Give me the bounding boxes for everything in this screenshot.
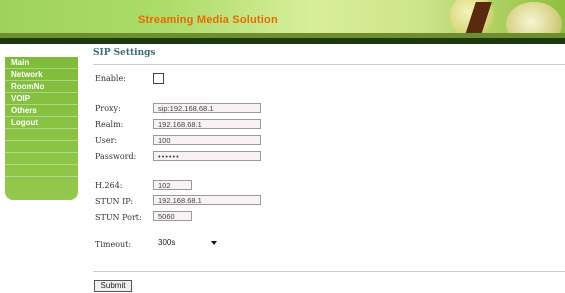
divider — [93, 64, 565, 65]
header-stripe-dark — [0, 38, 565, 44]
h264-input[interactable]: 102 — [153, 180, 192, 190]
sidebar-spacer — [5, 153, 78, 165]
user-input[interactable]: 100 — [153, 135, 261, 145]
sidebar-item-network[interactable]: Network — [5, 69, 78, 81]
user-label: User: — [95, 136, 118, 145]
realm-input[interactable]: 192.168.68.1 — [153, 119, 261, 129]
page-title: SIP Settings — [93, 48, 156, 58]
header-title: Streaming Media Solution — [138, 14, 278, 26]
password-input[interactable]: •••••• — [153, 151, 261, 161]
proxy-input[interactable]: sip:192.168.68.1 — [153, 103, 261, 113]
enable-label: Enable: — [95, 74, 126, 83]
realm-label: Realm: — [95, 120, 124, 129]
sidebar-spacer — [5, 129, 78, 141]
sidebar-item-logout[interactable]: Logout — [5, 117, 78, 129]
chevron-down-icon[interactable] — [211, 241, 217, 245]
proxy-label: Proxy: — [95, 104, 121, 113]
timeout-select[interactable]: 300s — [153, 237, 221, 248]
sidebar-item-main[interactable]: Main — [5, 57, 78, 69]
sidebar-spacer — [5, 165, 78, 177]
header-banner: Streaming Media Solution — [0, 0, 565, 44]
submit-button[interactable]: Submit — [94, 280, 132, 292]
h264-label: H.264: — [95, 181, 123, 190]
sidebar-item-voip[interactable]: VOIP — [5, 93, 78, 105]
stun-ip-input[interactable]: 192.168.68.1 — [153, 195, 261, 205]
divider — [93, 271, 565, 272]
stun-port-input[interactable]: 5060 — [153, 211, 192, 221]
sidebar-item-others[interactable]: Others — [5, 105, 78, 117]
stun-ip-label: STUN IP: — [95, 197, 134, 206]
password-label: Password: — [95, 152, 137, 161]
timeout-value: 300s — [158, 238, 176, 247]
sidebar-item-roomno[interactable]: RoomNo — [5, 81, 78, 93]
stun-port-label: STUN Port: — [95, 213, 142, 222]
timeout-label: Timeout: — [95, 240, 132, 249]
enable-checkbox[interactable] — [153, 73, 164, 84]
sidebar: Main Network RoomNo VOIP Others Logout — [5, 57, 78, 200]
sidebar-spacer — [5, 141, 78, 153]
